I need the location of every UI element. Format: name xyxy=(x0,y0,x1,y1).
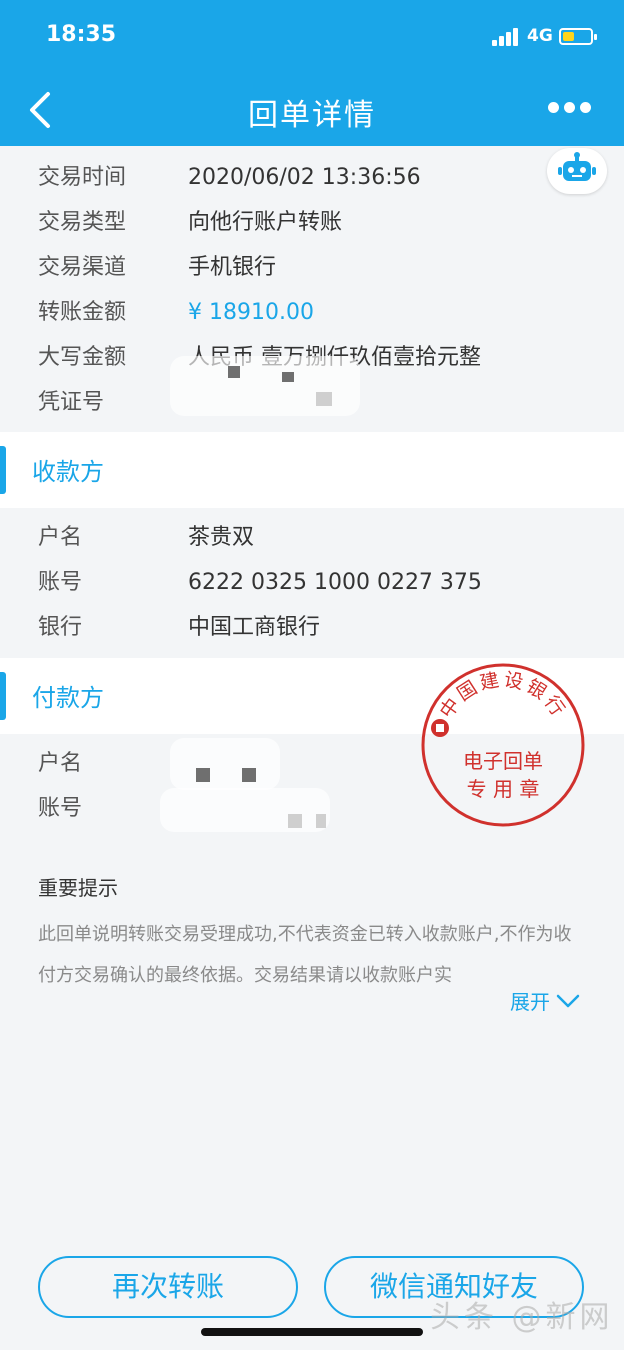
page-title: 回单详情 xyxy=(248,98,376,133)
payee-name: 茶贵双 xyxy=(188,525,255,550)
seal-line-2: 专 用 章 xyxy=(467,777,540,801)
detail-row-channel: 交易渠道 手机银行 xyxy=(0,248,624,288)
redaction-pixel xyxy=(316,814,326,828)
detail-label: 转账金额 xyxy=(38,300,127,325)
redaction-pixel xyxy=(288,814,302,828)
detail-label: 大写金额 xyxy=(38,345,127,370)
detail-value: 2020/06/02 13:36:56 xyxy=(188,165,421,190)
detail-row-type: 交易类型 向他行账户转账 xyxy=(0,203,624,243)
transfer-amount: ¥ 18910.00 xyxy=(188,300,314,325)
redaction-pixel xyxy=(316,392,332,406)
redaction-pixel xyxy=(242,768,256,782)
status-time: 18:35 xyxy=(46,22,117,47)
detail-label: 交易时间 xyxy=(38,165,127,190)
payee-title: 收款方 xyxy=(32,458,104,486)
transfer-again-button[interactable]: 再次转账 xyxy=(38,1256,298,1318)
payee-row-account: 账号 6222 0325 1000 0227 375 xyxy=(0,563,624,603)
redaction-blur xyxy=(170,356,360,416)
detail-label: 户名 xyxy=(38,525,83,550)
payee-row-bank: 银行 中国工商银行 xyxy=(0,608,624,648)
detail-label: 凭证号 xyxy=(38,390,105,415)
detail-label: 交易类型 xyxy=(38,210,127,235)
payee-account: 6222 0325 1000 0227 375 xyxy=(188,570,482,595)
redaction-pixel xyxy=(196,768,210,782)
detail-label: 账号 xyxy=(38,570,83,595)
status-bar: 18:35 4G xyxy=(0,0,624,76)
more-icon[interactable] xyxy=(548,102,592,114)
payee-row-name: 户名 茶贵双 xyxy=(0,518,624,558)
detail-value: 手机银行 xyxy=(188,255,277,280)
bank-seal-stamp: 中国建设银行 电子回单 专 用 章 xyxy=(421,663,585,827)
expand-label: 展开 xyxy=(510,990,550,1014)
detail-label: 交易渠道 xyxy=(38,255,127,280)
payee-bank: 中国工商银行 xyxy=(188,615,321,640)
payee-header: 收款方 xyxy=(0,432,624,508)
notice-text: 此回单说明转账交易受理成功,不代表资金已转入收款账户,不作为收付方交易确认的最终… xyxy=(38,924,572,986)
expand-button[interactable]: 展开 xyxy=(510,986,580,1015)
detail-row-amount: 转账金额 ¥ 18910.00 xyxy=(0,293,624,333)
notice-title: 重要提示 xyxy=(38,876,118,900)
detail-row-time: 交易时间 2020/06/02 13:36:56 xyxy=(0,158,624,198)
nav-bar: 回单详情 xyxy=(0,76,624,146)
network-type: 4G xyxy=(527,26,553,46)
seal-line-1: 电子回单 xyxy=(463,749,543,773)
redaction-pixel xyxy=(282,372,294,382)
redaction-blur xyxy=(160,788,330,832)
chevron-down-icon xyxy=(556,994,580,1007)
signal-icon xyxy=(492,28,520,46)
detail-label: 银行 xyxy=(38,615,83,640)
detail-value: 向他行账户转账 xyxy=(188,210,343,235)
detail-label: 户名 xyxy=(38,751,83,776)
redaction-pixel xyxy=(228,366,240,378)
watermark: 头条 @新网 xyxy=(430,1300,614,1335)
battery-icon xyxy=(559,28,597,45)
home-indicator[interactable] xyxy=(201,1328,423,1336)
payer-title: 付款方 xyxy=(32,684,104,712)
redaction-blur xyxy=(170,738,280,790)
svg-text:中国建设银行: 中国建设银行 xyxy=(436,669,571,723)
detail-label: 账号 xyxy=(38,796,83,821)
